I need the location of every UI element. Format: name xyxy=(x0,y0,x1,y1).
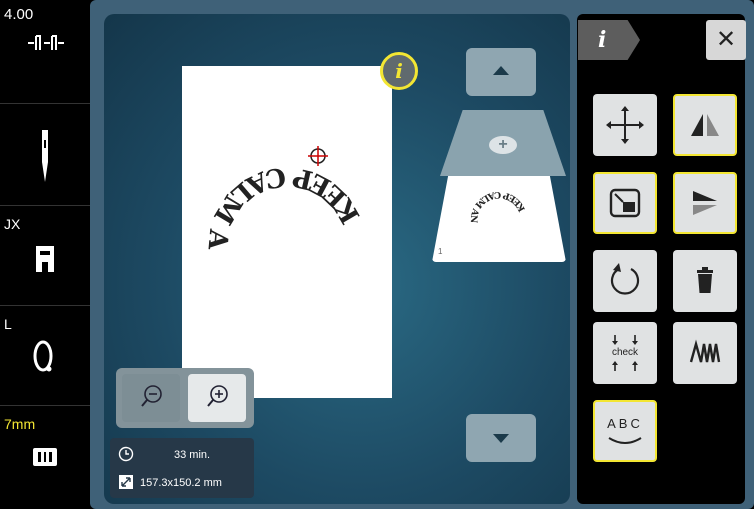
sidebar: 4.00 JX L 7mm xyxy=(0,0,90,509)
scale-button[interactable] xyxy=(593,172,657,234)
rotate-button[interactable] xyxy=(593,250,657,312)
needle-button[interactable] xyxy=(0,104,90,206)
curve-text-button[interactable]: ABC xyxy=(593,400,657,462)
info-tab[interactable]: i xyxy=(578,20,640,60)
stitch-plate-icon xyxy=(0,444,90,475)
layer-down-button[interactable] xyxy=(466,414,536,462)
layer-up-button[interactable] xyxy=(466,48,536,96)
tension-button[interactable]: 4.00 xyxy=(0,0,90,104)
plus-icon: + xyxy=(489,136,517,154)
svg-text:KEEP CALM AND SEW ON: KEEP CALM AND SEW ON xyxy=(182,66,366,252)
design-size: 157.3x150.2 mm xyxy=(140,477,222,489)
clock-icon xyxy=(118,446,134,462)
stitch-density-icon xyxy=(689,339,721,363)
check-label: check xyxy=(611,347,639,358)
zoom-out-button[interactable] xyxy=(122,374,180,422)
status-panel: 33 min. 157.3x150.2 mm xyxy=(110,438,254,498)
info-icon: i xyxy=(395,59,403,83)
presser-foot-button[interactable]: JX xyxy=(0,206,90,306)
mirror-horizontal-button[interactable] xyxy=(673,94,737,156)
presser-foot-icon xyxy=(0,244,90,279)
arrow-down-icon xyxy=(493,434,509,443)
move-button[interactable] xyxy=(593,94,657,156)
hoop-area[interactable]: KEEP CALM AND SEW ON xyxy=(166,43,392,398)
presser-foot-label: JX xyxy=(4,216,21,232)
hoop-label: L xyxy=(4,316,12,332)
info-button[interactable]: i xyxy=(380,52,418,90)
resize-icon xyxy=(119,475,133,489)
mirror-vertical-button[interactable] xyxy=(673,172,737,234)
center-crosshair-icon xyxy=(308,146,328,166)
close-button[interactable]: ✕ xyxy=(706,20,746,60)
delete-button[interactable] xyxy=(673,250,737,312)
close-icon: ✕ xyxy=(715,26,737,53)
scale-icon xyxy=(609,188,641,218)
zoom-in-icon xyxy=(207,385,228,407)
check-center-button[interactable]: check xyxy=(593,322,657,384)
abc-label: ABC xyxy=(607,416,643,431)
design-text: KEEP CALM AND SEW ON xyxy=(166,43,365,252)
trash-icon xyxy=(697,267,713,293)
mirror-vertical-icon xyxy=(693,191,717,215)
thumbnail-index: 1 xyxy=(438,247,443,256)
stitch-plate-button[interactable]: 7mm xyxy=(0,406,90,509)
tension-value: 4.00 xyxy=(4,6,34,23)
arrow-up-icon xyxy=(493,66,509,75)
mirror-horizontal-icon xyxy=(691,114,719,136)
time-estimate: 33 min. xyxy=(174,449,211,461)
design-thumbnail[interactable]: KEEP CALM AND SEW ON 1 xyxy=(432,176,566,262)
rotate-icon xyxy=(610,263,640,295)
move-icon xyxy=(606,106,644,144)
zoom-in-button[interactable] xyxy=(188,374,246,422)
curve-text-icon xyxy=(608,437,642,444)
needle-icon xyxy=(0,126,90,191)
zoom-panel xyxy=(116,368,254,428)
zoom-out-icon xyxy=(141,385,162,407)
hoop-icon xyxy=(0,336,90,381)
hoop-button[interactable]: L xyxy=(0,306,90,406)
stitch-density-button[interactable] xyxy=(673,322,737,384)
tension-icon xyxy=(0,28,90,63)
design-preview[interactable]: KEEP CALM AND SEW ON xyxy=(166,43,392,398)
stitch-length-label: 7mm xyxy=(4,416,36,432)
